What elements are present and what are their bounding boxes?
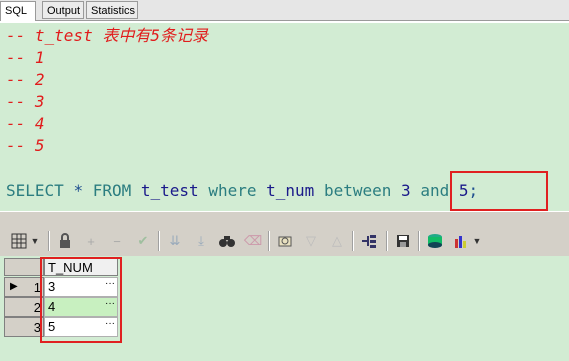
toolbar-separator [158,231,160,251]
fetch-last-icon[interactable]: ⤓ [192,232,210,250]
comment-line: -- 5 [6,136,45,155]
sql-keyword-from: FROM [92,181,132,200]
remove-row-icon[interactable]: − [108,232,126,250]
tab-statistics[interactable]: Statistics [86,1,138,19]
row-indicator[interactable]: 2 [4,297,44,317]
fetch-next-icon[interactable]: ⇊ [166,232,184,250]
toolbar-separator [268,231,270,251]
sql-table-name: t_test [140,181,199,200]
lock-icon[interactable] [56,232,74,250]
save-icon[interactable] [394,232,412,250]
sql-low-value: 3 [401,181,411,200]
comment-line: -- t_test 表中有5条记录 [6,26,208,45]
tab-output[interactable]: Output [42,1,84,19]
sql-star: * [73,181,84,200]
sql-keyword-and: and [420,181,450,200]
toolbar-separator [48,231,50,251]
tab-bar: SQL Output Statistics [0,0,569,21]
chart-icon[interactable] [452,232,470,250]
toolbar-separator [418,231,420,251]
comment-line: -- 4 [6,114,45,133]
post-changes-icon[interactable]: ✔ [134,232,152,250]
query-by-example-icon[interactable] [276,232,294,250]
toolbar-separator [386,231,388,251]
pane-splitter[interactable] [0,211,569,227]
tree-view-icon[interactable] [360,232,378,250]
find-icon[interactable] [218,232,236,250]
sql-keyword-between: between [323,181,392,200]
comment-line: -- 1 [6,48,45,67]
triangle-up-icon[interactable]: △ [328,232,346,250]
grid-layout-icon[interactable] [10,232,28,250]
row-indicator[interactable]: 3 [4,317,44,337]
row-indicator[interactable]: ▶ 1 [4,277,44,297]
triangle-down-icon[interactable]: ▽ [302,232,320,250]
sql-keyword-select: SELECT [6,181,64,200]
database-icon[interactable] [426,232,444,250]
toolbar-separator [352,231,354,251]
grid-toolbar: ▼ + − ✔ ⇊ ⤓ ⌫ ▽ △ ▼ [0,226,569,256]
comment-line: -- 2 [6,70,45,89]
clear-icon[interactable]: ⌫ [244,232,262,250]
chevron-down-icon[interactable]: ▼ [472,232,482,250]
highlight-box [40,257,122,343]
sql-statement: SELECT * FROM t_test where t_num between… [6,180,478,202]
chevron-down-icon[interactable]: ▼ [30,232,40,250]
grid-corner [4,258,44,276]
current-row-icon: ▶ [10,281,18,292]
sql-column-name: t_num [266,181,315,200]
add-row-icon[interactable]: + [82,232,100,250]
sql-keyword-where: where [208,181,257,200]
sql-editor[interactable]: -- t_test 表中有5条记录 -- 1 -- 2 -- 3 -- 4 --… [0,21,569,213]
highlight-box [450,171,548,211]
tab-sql[interactable]: SQL [0,1,36,21]
comment-line: -- 3 [6,92,45,111]
